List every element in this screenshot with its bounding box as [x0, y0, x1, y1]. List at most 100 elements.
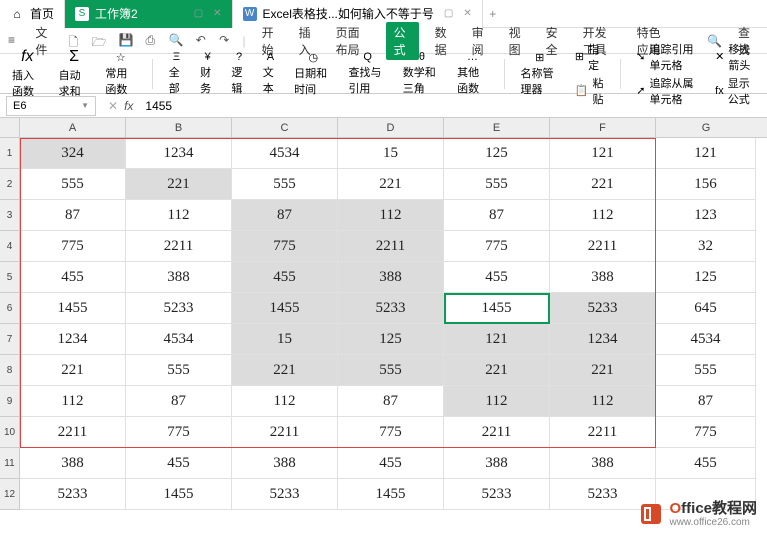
- cell[interactable]: 388: [338, 262, 444, 293]
- cell[interactable]: 555: [444, 169, 550, 200]
- tool-remove-arrow[interactable]: ✕移去箭头: [715, 41, 755, 73]
- cell[interactable]: 388: [20, 448, 126, 479]
- row-header[interactable]: 8: [0, 355, 20, 386]
- cell[interactable]: 455: [656, 448, 756, 479]
- cell[interactable]: 775: [656, 417, 756, 448]
- cell[interactable]: 112: [338, 200, 444, 231]
- col-header-F[interactable]: F: [550, 118, 656, 137]
- row-header[interactable]: 11: [0, 448, 20, 479]
- cell[interactable]: 221: [232, 355, 338, 386]
- cell[interactable]: 1455: [126, 479, 232, 510]
- cell[interactable]: 221: [338, 169, 444, 200]
- close-icon[interactable]: ✕: [213, 8, 221, 19]
- row-header[interactable]: 4: [0, 231, 20, 262]
- tool-datetime[interactable]: ◷日期和时间: [290, 51, 336, 97]
- cell[interactable]: 221: [20, 355, 126, 386]
- close-icon[interactable]: ✕: [463, 8, 471, 19]
- cell[interactable]: 555: [126, 355, 232, 386]
- cell[interactable]: 388: [444, 448, 550, 479]
- cell[interactable]: 4534: [126, 324, 232, 355]
- cell[interactable]: 221: [550, 169, 656, 200]
- tool-define[interactable]: ⊞指定: [575, 41, 604, 73]
- cancel-icon[interactable]: ✕: [108, 99, 118, 113]
- cell[interactable]: 388: [126, 262, 232, 293]
- name-box[interactable]: E6▼: [6, 96, 96, 116]
- tool-other[interactable]: …其他函数: [453, 51, 492, 96]
- cell[interactable]: 5233: [126, 293, 232, 324]
- cell[interactable]: 221: [550, 355, 656, 386]
- row-header[interactable]: 3: [0, 200, 20, 231]
- row-header[interactable]: 5: [0, 262, 20, 293]
- cell[interactable]: 5233: [232, 479, 338, 510]
- row-header[interactable]: 10: [0, 417, 20, 448]
- cell[interactable]: 455: [126, 448, 232, 479]
- cell[interactable]: 775: [126, 417, 232, 448]
- col-header-G[interactable]: G: [656, 118, 756, 137]
- print-icon[interactable]: ⎙: [146, 33, 157, 49]
- menu-icon[interactable]: ≡: [8, 33, 19, 49]
- cell[interactable]: 32: [656, 231, 756, 262]
- cell[interactable]: 5233: [338, 293, 444, 324]
- cell[interactable]: 555: [20, 169, 126, 200]
- cell[interactable]: 87: [444, 200, 550, 231]
- cell[interactable]: 455: [338, 448, 444, 479]
- cell[interactable]: 2211: [550, 417, 656, 448]
- cell[interactable]: 112: [126, 200, 232, 231]
- save-icon[interactable]: 💾: [119, 33, 134, 49]
- cell[interactable]: 388: [232, 448, 338, 479]
- cell[interactable]: 2211: [444, 417, 550, 448]
- tab-workbook[interactable]: S工作簿2▢✕: [65, 0, 233, 28]
- cell[interactable]: 125: [444, 138, 550, 169]
- col-header-E[interactable]: E: [444, 118, 550, 137]
- col-header-A[interactable]: A: [20, 118, 126, 137]
- tool-math[interactable]: θ数学和三角: [399, 51, 445, 96]
- cell[interactable]: 2211: [20, 417, 126, 448]
- tool-all[interactable]: Ξ全部: [165, 51, 188, 96]
- tool-trace-ref[interactable]: ➘追踪引用单元格: [636, 41, 699, 73]
- col-header-C[interactable]: C: [232, 118, 338, 137]
- cell[interactable]: 15: [338, 138, 444, 169]
- cell[interactable]: 324: [20, 138, 126, 169]
- cell[interactable]: 112: [232, 386, 338, 417]
- row-header[interactable]: 7: [0, 324, 20, 355]
- cell[interactable]: 156: [656, 169, 756, 200]
- tool-insert-fn[interactable]: fx插入函数: [8, 48, 47, 99]
- cell[interactable]: 2211: [550, 231, 656, 262]
- tool-finance[interactable]: ¥财务: [196, 51, 219, 96]
- cell[interactable]: 775: [444, 231, 550, 262]
- formula-input[interactable]: 1455: [139, 99, 767, 113]
- cell[interactable]: 4534: [656, 324, 756, 355]
- cell[interactable]: 1234: [20, 324, 126, 355]
- cell[interactable]: 221: [444, 355, 550, 386]
- select-all-corner[interactable]: [0, 118, 20, 137]
- cell[interactable]: 555: [656, 355, 756, 386]
- cell[interactable]: 112: [444, 386, 550, 417]
- cell[interactable]: 1455: [20, 293, 126, 324]
- cell[interactable]: 87: [20, 200, 126, 231]
- tool-common[interactable]: ☆常用函数: [101, 51, 140, 97]
- new-tab-button[interactable]: +: [483, 7, 503, 21]
- chevron-down-icon[interactable]: ▼: [81, 101, 89, 110]
- cell[interactable]: 2211: [232, 417, 338, 448]
- col-header-B[interactable]: B: [126, 118, 232, 137]
- cell[interactable]: 775: [20, 231, 126, 262]
- cell[interactable]: 87: [338, 386, 444, 417]
- cell[interactable]: 1455: [232, 293, 338, 324]
- cell[interactable]: 2211: [338, 231, 444, 262]
- cell[interactable]: 87: [126, 386, 232, 417]
- col-header-D[interactable]: D: [338, 118, 444, 137]
- row-header[interactable]: 2: [0, 169, 20, 200]
- cell[interactable]: 775: [338, 417, 444, 448]
- undo-icon[interactable]: ↶: [196, 33, 207, 49]
- cell[interactable]: 87: [656, 386, 756, 417]
- cell[interactable]: 645: [656, 293, 756, 324]
- cell[interactable]: 455: [232, 262, 338, 293]
- cell[interactable]: 112: [550, 386, 656, 417]
- tool-logic[interactable]: ?逻辑: [227, 51, 250, 96]
- cell[interactable]: 87: [232, 200, 338, 231]
- cell[interactable]: 15: [232, 324, 338, 355]
- redo-icon[interactable]: ↷: [219, 33, 230, 49]
- restore-icon[interactable]: ▢: [194, 8, 203, 19]
- cell[interactable]: 125: [338, 324, 444, 355]
- open-icon[interactable]: 🗁: [92, 33, 107, 49]
